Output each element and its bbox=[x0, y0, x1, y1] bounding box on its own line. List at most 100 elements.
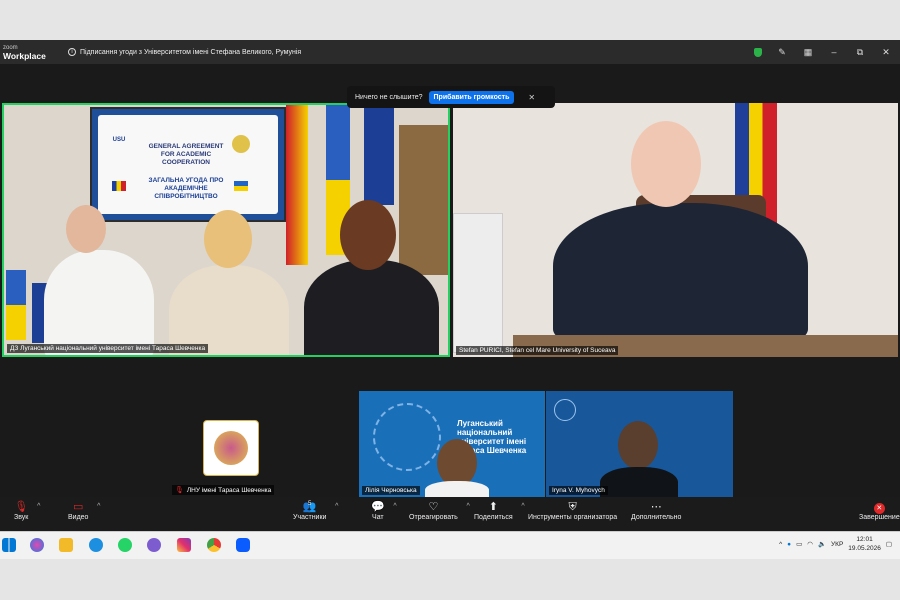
participants-label: Участники bbox=[293, 514, 327, 521]
ukraine-flag-icon bbox=[234, 181, 248, 191]
logo-line2: Workplace bbox=[3, 51, 46, 61]
title-bar: zoom Workplace i Підписання угоди з Унів… bbox=[0, 40, 900, 64]
chat-caret-icon[interactable]: ^ bbox=[393, 503, 396, 510]
participant-myhovych-head bbox=[618, 421, 658, 469]
audio-notification: Ничего не слышите? Прибавить громкость ✕ bbox=[347, 86, 555, 108]
tray-battery-icon[interactable]: ▭ bbox=[796, 540, 802, 548]
participant-woman-right-head bbox=[340, 200, 396, 270]
muted-mic-icon: 🎙 bbox=[175, 487, 184, 494]
bookshelf bbox=[399, 125, 448, 275]
tile-label-chernovska: Лілія Черновська bbox=[362, 486, 420, 495]
react-button[interactable]: ♡ Отреагировать ^ bbox=[409, 501, 470, 521]
instagram-icon[interactable] bbox=[177, 538, 191, 552]
audio-label: Звук bbox=[14, 514, 29, 521]
security-shield-icon[interactable] bbox=[754, 47, 762, 57]
lnu-seal-icon bbox=[232, 135, 250, 153]
end-label: Завершение bbox=[859, 514, 900, 521]
zoom-logo: zoom Workplace bbox=[0, 44, 58, 60]
more-dots-icon: ⋯ bbox=[650, 501, 662, 513]
participants-count: 5 bbox=[308, 501, 312, 507]
lnu-emblem-avatar bbox=[203, 420, 259, 476]
tray-wifi-icon[interactable]: ◠ bbox=[807, 540, 813, 548]
video-options-caret-icon[interactable]: ^ bbox=[97, 503, 100, 510]
edge-icon[interactable] bbox=[89, 538, 103, 552]
participant-man-left bbox=[44, 250, 154, 355]
tile-label-lnu: ДЗ Луганський національний університет і… bbox=[7, 344, 209, 353]
tile-label-avatar: 🎙 ЛНУ імені Тараса Шевченка bbox=[172, 485, 275, 495]
zoom-window: zoom Workplace i Підписання угоди з Унів… bbox=[0, 40, 900, 559]
clock-date: 19.05.2026 bbox=[848, 545, 881, 552]
gallery-view-icon[interactable]: ▦ bbox=[802, 46, 814, 58]
participant-myhovych bbox=[600, 467, 678, 497]
participant-purici-head bbox=[631, 121, 701, 207]
slide-title-uk: ЗАГАЛЬНА УГОДА ПРО АКАДЕМІЧНЕ СПІВРОБІТН… bbox=[148, 177, 224, 200]
slide-title-en: GENERAL AGREEMENT FOR ACADEMIC COOPERATI… bbox=[148, 143, 224, 166]
participant-purici-suit bbox=[553, 203, 808, 343]
windows-taskbar: ^ ● ▭ ◠ 🔈 УКР 12:01 19.05.2026 ▢ bbox=[0, 531, 900, 559]
video-tile-chernovska[interactable]: Луганський національний університет імен… bbox=[359, 391, 545, 497]
meeting-toolbar: 🎙 Звук ^ ▭ Видео ^ 👥 5 Участники ^ 💬 Чат… bbox=[0, 497, 900, 531]
wall-screen: USU GENERAL AGREEMENT FOR ACADEMIC COOPE… bbox=[90, 107, 286, 222]
notifications-icon[interactable]: ▢ bbox=[886, 540, 892, 548]
whatsapp-icon[interactable] bbox=[118, 538, 132, 552]
meeting-title: Підписання угоди з Університетом імені С… bbox=[80, 48, 302, 56]
presentation-slide: USU GENERAL AGREEMENT FOR ACADEMIC COOPE… bbox=[98, 115, 278, 214]
host-tools-label: Инструменты организатора bbox=[528, 514, 618, 521]
tray-overflow-icon[interactable]: ^ bbox=[779, 541, 782, 548]
close-notification-button[interactable]: ✕ bbox=[528, 93, 535, 102]
flag-university-standing bbox=[364, 105, 394, 205]
participant-man-head bbox=[66, 205, 106, 253]
video-tile-avatar[interactable] bbox=[172, 400, 290, 496]
video-tile-purici[interactable]: Stefan PURICI, Stefan cel Mare Universit… bbox=[453, 103, 898, 357]
tray-volume-icon[interactable]: 🔈 bbox=[818, 540, 826, 548]
emblem-icon bbox=[214, 431, 248, 465]
chat-icon: 💬 bbox=[371, 501, 385, 513]
avatar-name-text: ЛНУ імені Тараса Шевченка bbox=[186, 486, 272, 494]
desk-flag-ukraine bbox=[6, 270, 26, 340]
lnu-emblem-watermark bbox=[373, 403, 441, 471]
participant-chernovska bbox=[425, 481, 489, 497]
chat-label: Чат bbox=[372, 514, 384, 521]
share-label: Поделиться bbox=[474, 514, 513, 521]
share-caret-icon[interactable]: ^ bbox=[521, 503, 524, 510]
participants-button[interactable]: 👥 5 Участники ^ bbox=[293, 501, 338, 521]
shield-icon: ⛨ bbox=[568, 501, 577, 513]
host-tools-button[interactable]: ⛨ Инструменты организатора bbox=[528, 501, 617, 521]
input-language[interactable]: УКР bbox=[831, 541, 843, 548]
maximize-button[interactable]: ⧉ bbox=[854, 46, 866, 58]
end-button[interactable]: ✕ Завершение bbox=[859, 501, 900, 521]
clock[interactable]: 12:01 19.05.2026 bbox=[848, 535, 881, 553]
chrome-icon[interactable] bbox=[207, 538, 221, 552]
zoom-taskbar-icon[interactable] bbox=[236, 538, 250, 552]
video-off-icon: ▭ bbox=[73, 501, 84, 513]
audio-options-caret-icon[interactable]: ^ bbox=[37, 503, 40, 510]
minimize-button[interactable]: – bbox=[828, 46, 840, 58]
react-label: Отреагировать bbox=[409, 514, 458, 521]
tile-label-purici: Stefan PURICI, Stefan cel Mare Universit… bbox=[456, 346, 619, 355]
start-icon[interactable] bbox=[2, 538, 16, 552]
viber-icon[interactable] bbox=[147, 538, 161, 552]
share-screen-icon: ⬆ bbox=[488, 501, 498, 513]
video-tile-lnu[interactable]: USU GENERAL AGREEMENT FOR ACADEMIC COOPE… bbox=[2, 103, 450, 357]
flag-romania-standing bbox=[286, 105, 308, 265]
chat-button[interactable]: 💬 Чат ^ bbox=[371, 501, 397, 521]
increase-volume-button[interactable]: Прибавить громкость bbox=[428, 90, 515, 104]
share-button[interactable]: ⬆ Поделиться ^ bbox=[474, 501, 525, 521]
more-button[interactable]: ⋯ Дополнительно bbox=[631, 501, 681, 521]
cabinet bbox=[453, 213, 503, 353]
pen-icon[interactable]: ✎ bbox=[776, 46, 788, 58]
heart-icon: ♡ bbox=[428, 501, 439, 513]
participants-caret-icon[interactable]: ^ bbox=[335, 503, 338, 510]
video-label: Видео bbox=[68, 514, 89, 521]
file-explorer-icon[interactable] bbox=[59, 538, 73, 552]
video-button[interactable]: ▭ Видео ^ bbox=[68, 501, 100, 521]
participant-woman-right bbox=[304, 260, 439, 355]
audio-button[interactable]: 🎙 Звук ^ bbox=[14, 501, 40, 521]
info-icon[interactable]: i bbox=[68, 48, 76, 56]
copilot-icon[interactable] bbox=[30, 538, 44, 552]
participant-chernovska-head bbox=[437, 439, 477, 487]
tray-app-icon[interactable]: ● bbox=[787, 541, 791, 548]
react-caret-icon[interactable]: ^ bbox=[467, 503, 470, 510]
close-window-button[interactable]: ✕ bbox=[880, 46, 892, 58]
video-tile-myhovych[interactable]: Iryna V. Myhovych bbox=[546, 391, 733, 497]
